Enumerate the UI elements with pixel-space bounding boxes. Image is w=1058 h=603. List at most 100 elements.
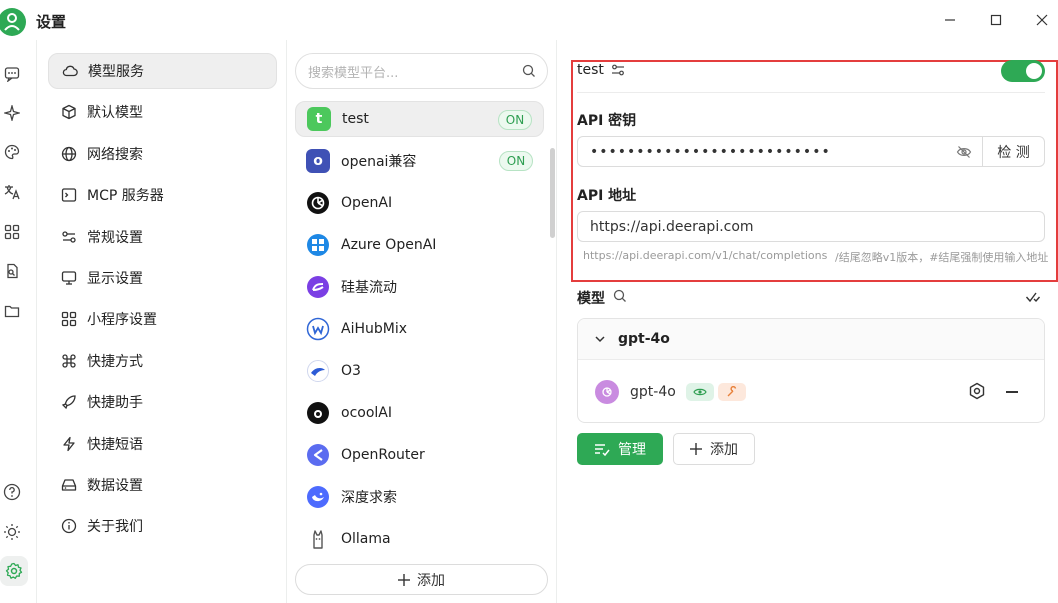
add-model-button[interactable]: 添加 [673, 433, 755, 465]
deepseek-logo-icon [306, 485, 330, 509]
sparkle-icon[interactable] [2, 103, 22, 123]
provider-list-scrollbar[interactable] [550, 148, 555, 238]
chat-icon[interactable] [2, 64, 22, 84]
command-icon [60, 352, 78, 370]
nav-item-label: 数据设置 [87, 478, 143, 494]
provider-item-openai-compatible[interactable]: o openai兼容 ON [295, 143, 544, 179]
nav-item-quick-assistant[interactable]: 快捷助手 [48, 384, 277, 420]
remove-model-button[interactable] [1006, 391, 1018, 393]
translate-icon[interactable] [2, 182, 22, 202]
title-bar: 设置 [0, 0, 1058, 40]
chevron-down-icon [594, 333, 606, 345]
provider-settings-icon[interactable] [611, 63, 625, 81]
avatar[interactable] [0, 8, 26, 40]
provider-name: AiHubMix [341, 321, 408, 337]
model-search-icon[interactable] [613, 289, 627, 307]
grid-icon [60, 310, 78, 328]
folder-icon[interactable] [2, 301, 22, 321]
zap-icon [60, 435, 78, 453]
api-url-hint: /结尾忽略v1版本，#结尾强制使用输入地址 [835, 251, 1049, 264]
provider-logo: o [306, 149, 330, 173]
health-check-icon[interactable] [1025, 289, 1041, 309]
provider-name: O3 [341, 363, 361, 379]
nav-item-mcp-server[interactable]: MCP 服务器 [48, 177, 277, 213]
provider-item-test[interactable]: t test ON [295, 101, 544, 137]
add-provider-label: 添加 [417, 572, 445, 589]
apps-grid-icon[interactable] [2, 222, 22, 242]
add-provider-button[interactable]: 添加 [295, 564, 548, 595]
terminal-icon [60, 186, 78, 204]
api-url-preview: https://api.deerapi.com/v1/chat/completi… [583, 249, 828, 262]
provider-name: Ollama [341, 531, 391, 547]
nav-item-label: 快捷短语 [87, 437, 143, 453]
api-url-field[interactable]: https://api.deerapi.com [577, 211, 1045, 242]
help-icon[interactable] [2, 482, 22, 502]
nav-item-label: 小程序设置 [87, 312, 157, 328]
provider-item-deepseek[interactable]: 深度求索 [295, 479, 544, 515]
nav-item-about[interactable]: 关于我们 [48, 508, 277, 544]
nav-item-label: 模型服务 [88, 64, 144, 80]
api-key-label: API 密钥 [577, 113, 637, 129]
tool-tag-wrench-icon [717, 383, 746, 401]
model-group-header[interactable]: gpt-4o [578, 319, 1044, 360]
maximize-button[interactable] [986, 10, 1006, 30]
models-label: 模型 [577, 291, 605, 307]
nav-item-label: 默认模型 [87, 105, 143, 121]
azure-logo-icon [306, 233, 330, 257]
info-icon [60, 517, 78, 535]
cloud-icon [61, 62, 79, 80]
nav-item-label: 快捷方式 [87, 354, 143, 370]
provider-name: Azure OpenAI [341, 237, 437, 253]
toggle-knob [1026, 63, 1042, 79]
provider-item-siliconflow[interactable]: 硅基流动 [295, 269, 544, 305]
provider-detail-panel: test API 密钥 •••••••••••••••••••••••••• 检… [557, 40, 1058, 603]
eye-off-icon[interactable] [956, 144, 972, 164]
nav-item-model-service[interactable]: 模型服务 [48, 53, 277, 89]
theme-icon[interactable] [2, 522, 22, 542]
provider-search-input[interactable]: 搜索模型平台... [295, 53, 548, 89]
provider-item-openrouter[interactable]: OpenRouter [295, 437, 544, 473]
aihubmix-logo-icon [306, 317, 330, 341]
palette-icon[interactable] [2, 142, 22, 162]
check-button[interactable]: 检 测 [982, 136, 1045, 167]
model-settings-gear-icon[interactable] [968, 382, 986, 404]
monitor-icon [60, 269, 78, 287]
settings-gear-icon[interactable] [0, 556, 28, 586]
plus-icon [398, 573, 410, 586]
globe-icon [60, 145, 78, 163]
provider-list-panel: 搜索模型平台... t test ON o openai兼容 ON OpenAI… [287, 40, 557, 603]
manage-models-button[interactable]: 管理 [577, 433, 663, 465]
provider-item-aihubmix[interactable]: AiHubMix [295, 311, 544, 347]
nav-item-label: MCP 服务器 [87, 188, 164, 204]
api-url-label: API 地址 [577, 188, 637, 204]
provider-item-azure-openai[interactable]: Azure OpenAI [295, 227, 544, 263]
settings-nav: 模型服务 默认模型 网络搜索 MCP 服务器 常规设置 显示设置 小程序设置 快… [36, 40, 287, 603]
nav-item-quick-phrases[interactable]: 快捷短语 [48, 426, 277, 462]
nav-item-label: 显示设置 [87, 271, 143, 287]
provider-item-ollama[interactable]: Ollama [295, 521, 544, 557]
provider-item-openai[interactable]: OpenAI [295, 185, 544, 221]
nav-item-miniapp-settings[interactable]: 小程序设置 [48, 301, 277, 337]
provider-enable-toggle[interactable] [1001, 60, 1045, 82]
settings-window: 设置 模型服务 默认模型 网络搜索 MCP 服务器 常规设置 显示设置 小程序设… [0, 0, 1058, 603]
provider-name: 深度求索 [341, 490, 397, 506]
model-logo-icon [595, 380, 619, 404]
api-url-value: https://api.deerapi.com [590, 218, 754, 235]
close-button[interactable] [1032, 10, 1052, 30]
nav-item-data-settings[interactable]: 数据设置 [48, 467, 277, 503]
window-title: 设置 [36, 13, 67, 31]
minimize-button[interactable] [940, 10, 960, 30]
model-group-title: gpt-4o [618, 331, 670, 347]
nav-item-web-search[interactable]: 网络搜索 [48, 136, 277, 172]
siliconflow-logo-icon [306, 275, 330, 299]
api-key-field[interactable]: •••••••••••••••••••••••••• [577, 136, 983, 167]
nav-item-general-settings[interactable]: 常规设置 [48, 219, 277, 255]
provider-item-ocoolai[interactable]: ocoolAI [295, 395, 544, 431]
file-search-icon[interactable] [2, 261, 22, 281]
provider-item-o3[interactable]: O3 [295, 353, 544, 389]
nav-item-default-model[interactable]: 默认模型 [48, 94, 277, 130]
search-placeholder: 搜索模型平台... [308, 65, 399, 81]
provider-name: OpenRouter [341, 447, 425, 463]
nav-item-display-settings[interactable]: 显示设置 [48, 260, 277, 296]
nav-item-shortcuts[interactable]: 快捷方式 [48, 343, 277, 379]
